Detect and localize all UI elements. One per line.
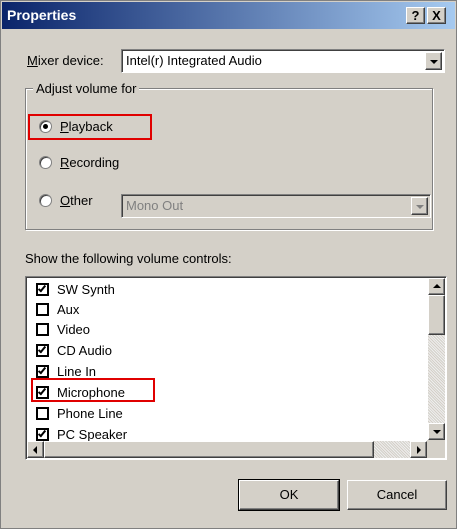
other-device-value: Mono Out — [126, 198, 184, 213]
playback-radio-label[interactable]: Playback — [60, 119, 113, 134]
scroll-down-button[interactable] — [428, 423, 445, 440]
list-item-label: PC Speaker — [57, 427, 128, 442]
mixer-device-dropdown[interactable]: Intel(r) Integrated Audio — [121, 49, 445, 73]
list-item-label: SW Synth — [57, 282, 115, 297]
vertical-scrollbar[interactable] — [428, 278, 445, 440]
line-in-checkbox[interactable] — [36, 365, 49, 378]
list-item-label: Video — [57, 322, 91, 337]
playback-radio[interactable] — [39, 120, 52, 133]
list-item-label: Phone Line — [57, 406, 123, 421]
horizontal-scroll-thumb[interactable] — [44, 441, 374, 458]
list-item-cd-audio[interactable]: CD Audio — [34, 341, 414, 361]
list-item-video[interactable]: Video — [34, 320, 414, 340]
other-radio[interactable] — [39, 194, 52, 207]
microphone-highlight-box — [31, 378, 155, 402]
chevron-down-icon — [430, 60, 438, 64]
phone-line-checkbox[interactable] — [36, 407, 49, 420]
sw-synth-checkbox[interactable] — [36, 283, 49, 296]
list-item-phone-line[interactable]: Phone Line — [34, 404, 414, 424]
scroll-left-button[interactable] — [27, 441, 44, 458]
cancel-button[interactable]: Cancel — [347, 480, 447, 510]
recording-radio[interactable] — [39, 156, 52, 169]
close-button[interactable]: X — [427, 7, 446, 24]
list-item-aux[interactable]: Aux — [34, 300, 414, 320]
other-radio-label[interactable]: Other — [60, 193, 93, 208]
arrow-up-icon — [433, 284, 441, 288]
vertical-scroll-thumb[interactable] — [428, 295, 445, 335]
list-item-label: CD Audio — [57, 343, 112, 358]
mixer-device-label: Mixer device: — [27, 53, 104, 68]
other-dropdown-button[interactable] — [411, 197, 428, 215]
pc-speaker-checkbox[interactable] — [36, 428, 49, 441]
list-item-sw-synth[interactable]: SW Synth — [34, 280, 414, 300]
arrow-down-icon — [433, 430, 441, 434]
chevron-down-icon — [416, 205, 424, 209]
checkmark-icon — [37, 283, 47, 293]
scroll-right-button[interactable] — [410, 441, 427, 458]
help-button[interactable]: ? — [406, 7, 425, 24]
list-item-label: Aux — [57, 302, 80, 317]
scroll-up-button[interactable] — [428, 278, 445, 295]
arrow-left-icon — [33, 446, 37, 454]
properties-dialog: Properties ? X Mixer device: Intel(r) In… — [0, 0, 457, 529]
volume-controls-list[interactable]: SW Synth Aux Video CD Audio Line In Micr… — [25, 276, 447, 460]
recording-radio-label[interactable]: Recording — [60, 155, 119, 170]
aux-checkbox[interactable] — [36, 303, 49, 316]
adjust-volume-group-title: Adjust volume for — [33, 81, 140, 96]
mixer-device-value: Intel(r) Integrated Audio — [126, 53, 262, 68]
checkmark-icon — [37, 344, 47, 354]
volume-controls-heading: Show the following volume controls: — [25, 251, 232, 266]
video-checkbox[interactable] — [36, 323, 49, 336]
list-item-label: Line In — [57, 364, 97, 379]
horizontal-scrollbar[interactable] — [27, 441, 427, 458]
checkmark-icon — [37, 365, 47, 375]
scrollbar-corner — [427, 440, 445, 458]
other-device-dropdown[interactable]: Mono Out — [121, 194, 431, 218]
title-bar[interactable]: Properties ? X — [2, 2, 455, 29]
checkmark-icon — [37, 428, 47, 438]
window-title: Properties — [7, 7, 77, 23]
ok-button[interactable]: OK — [238, 479, 340, 511]
arrow-right-icon — [417, 446, 421, 454]
radio-selected-dot — [43, 124, 48, 129]
cd-audio-checkbox[interactable] — [36, 344, 49, 357]
mixer-dropdown-button[interactable] — [425, 52, 442, 70]
